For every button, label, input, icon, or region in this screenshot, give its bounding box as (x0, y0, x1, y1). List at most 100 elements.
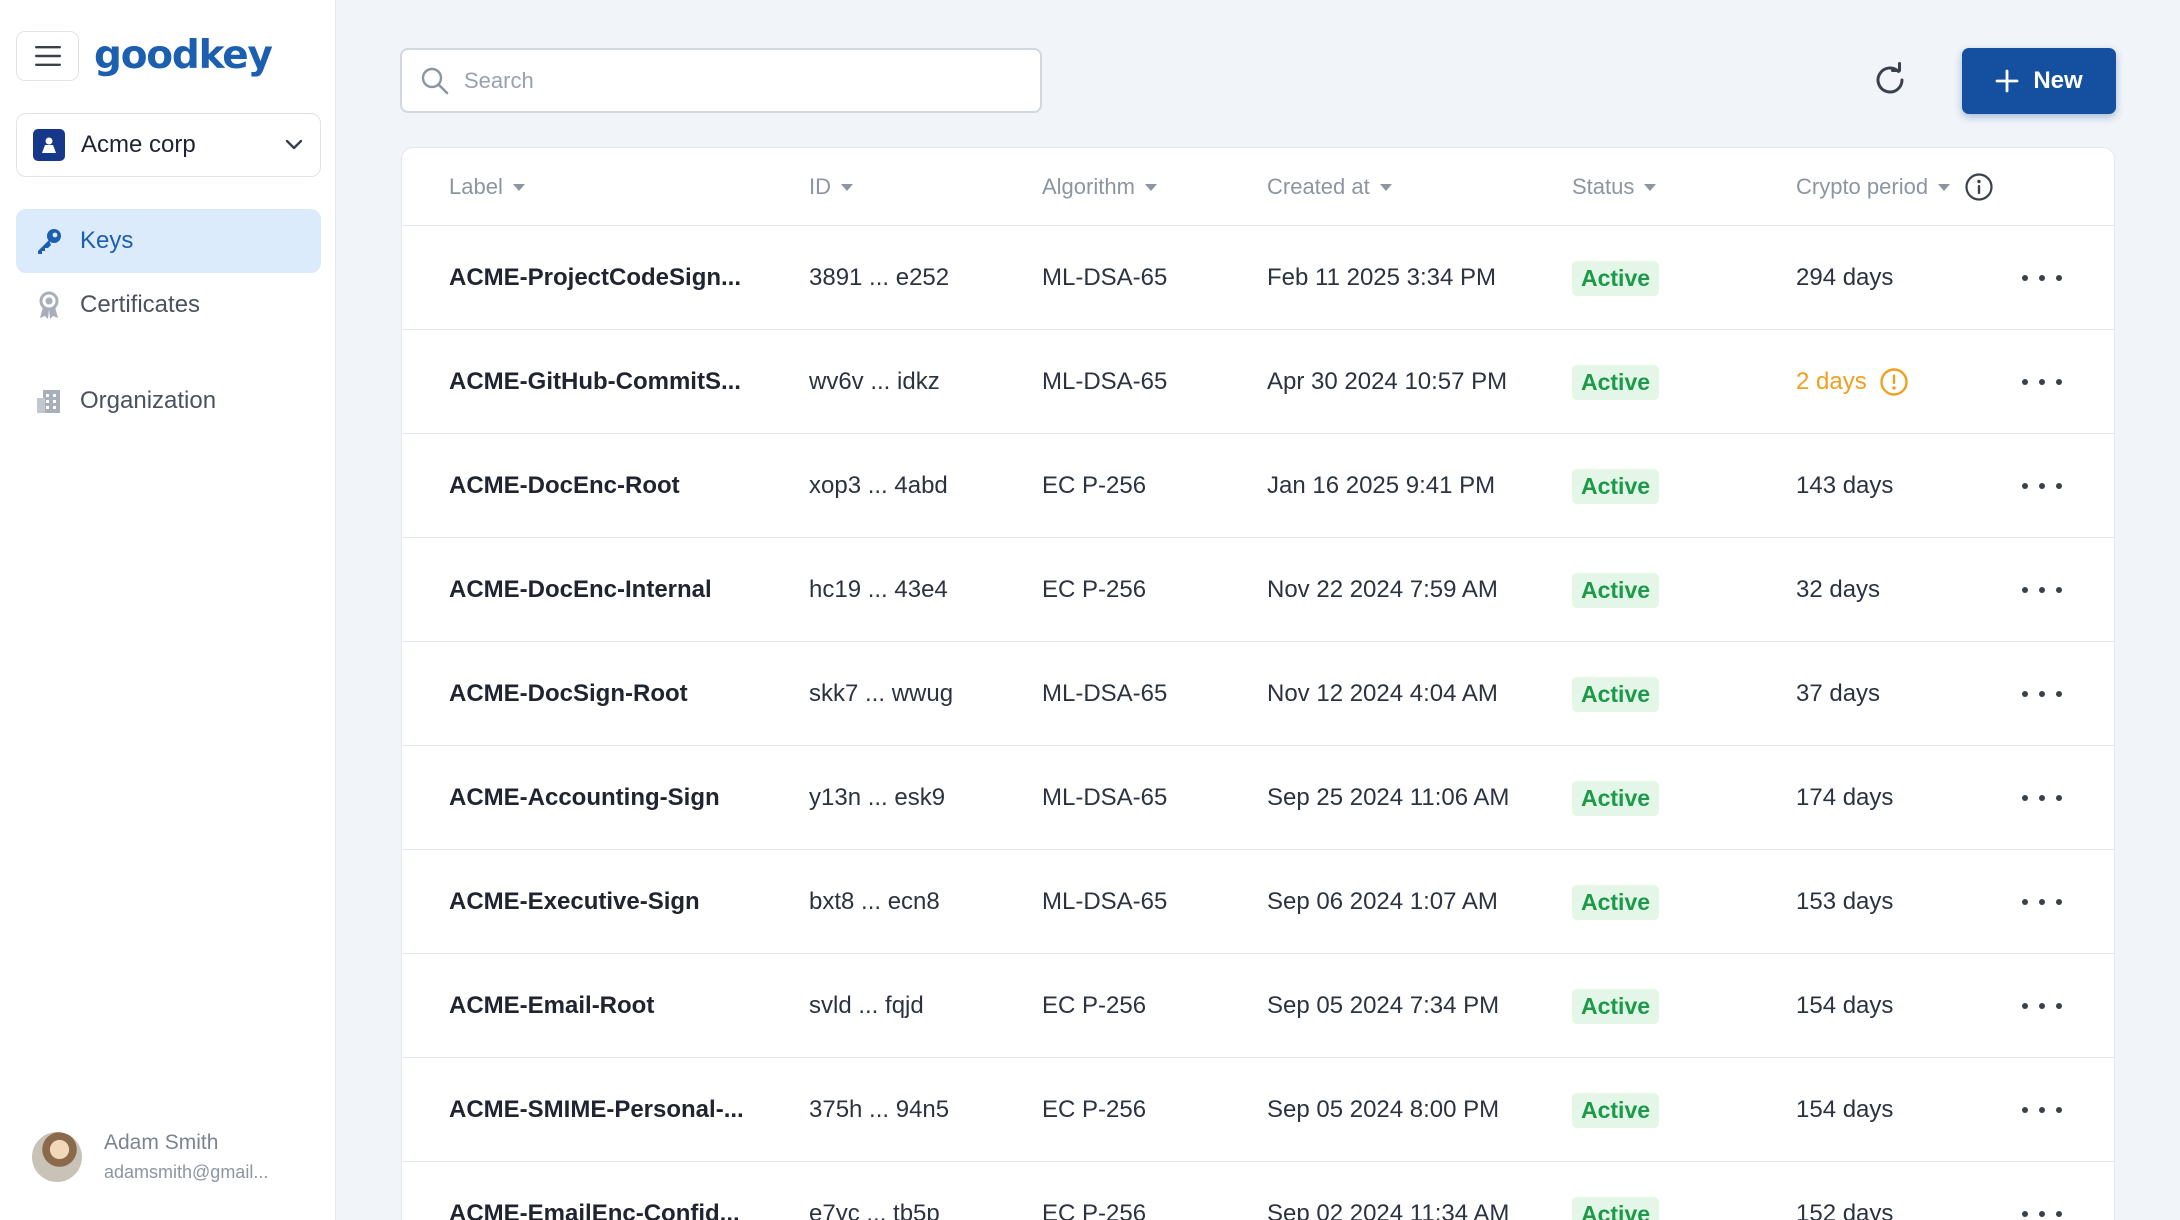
table-body: ACME-ProjectCodeSign... 3891 ... e252 ML-D… (402, 226, 2114, 1220)
info-icon[interactable] (1964, 172, 1994, 202)
column-header-created-at[interactable]: Created at (1267, 148, 1392, 226)
dot (2056, 379, 2062, 385)
row-actions-button[interactable] (2022, 679, 2062, 709)
sort-caret-icon (841, 183, 853, 191)
dot (2022, 483, 2028, 489)
sort-caret-icon (1938, 183, 1951, 191)
row-actions-button[interactable] (2022, 575, 2062, 605)
table-row[interactable]: ACME-Executive-Sign bxt8 ... ecn8 ML-DSA-6… (402, 850, 2114, 954)
user-icon (42, 137, 56, 153)
row-actions-button[interactable] (2022, 991, 2062, 1021)
sidebar-item-organization[interactable]: Organization (16, 369, 321, 433)
column-title: Status (1572, 174, 1635, 199)
sidebar-item-label: Keys (80, 227, 134, 254)
column-header-crypto-period[interactable]: Crypto period (1796, 148, 1994, 226)
key-algorithm: ML-DSA-65 (1042, 264, 1168, 291)
key-label: ACME-Executive-Sign (449, 888, 700, 915)
status-badge: Active (1572, 364, 1660, 400)
table-row[interactable]: ACME-DocEnc-Internal hc19 ... 43e4 EC P-25… (402, 538, 2114, 642)
dot (2039, 899, 2045, 905)
table-row[interactable]: ACME-Email-Root svld ... fqjd EC P-256 Sep … (402, 954, 2114, 1058)
sidebar-item-keys[interactable]: Keys (16, 209, 321, 273)
key-algorithm: EC P-256 (1042, 472, 1147, 499)
crypto-period: 154 days (1796, 992, 1894, 1019)
refresh-button[interactable] (1868, 58, 1912, 102)
status-cell: Active (1572, 746, 1660, 850)
crypto-period-cell: 154 days (1796, 1058, 1893, 1162)
column-title: ID (809, 174, 831, 199)
key-created-at: Sep 05 2024 8:00 PM (1267, 1096, 1500, 1123)
crypto-period-cell: 294 days (1796, 226, 1893, 330)
sidebar-item-certificates[interactable]: Certificates (16, 273, 321, 337)
key-created-at: Nov 22 2024 7:59 AM (1267, 576, 1498, 603)
status-cell: Active (1572, 434, 1660, 538)
column-title: Algorithm (1042, 174, 1135, 199)
table-row[interactable]: ACME-GitHub-CommitS... wv6v ... idkz ML-DS… (402, 330, 2114, 434)
dot (2022, 795, 2028, 801)
sort-caret-icon (1644, 183, 1657, 191)
column-title: Created at (1267, 174, 1370, 199)
dot (2056, 795, 2062, 801)
key-algorithm: EC P-256 (1042, 992, 1147, 1019)
crypto-period-cell: 154 days (1796, 954, 1893, 1058)
crypto-period: 153 days (1796, 888, 1894, 915)
user-profile[interactable]: Adam Smith adamsmith@gmail... (32, 1128, 268, 1186)
table-row[interactable]: ACME-DocEnc-Root xop3 ... 4abd EC P-256 Jan… (402, 434, 2114, 538)
hamburger-menu-button[interactable] (16, 31, 79, 81)
row-actions-button[interactable] (2022, 263, 2062, 293)
row-actions-button[interactable] (2022, 367, 2062, 397)
column-header-status[interactable]: Status (1572, 148, 1657, 226)
key-label: ACME-DocSign-Root (449, 680, 688, 707)
crypto-period-cell: 143 days (1796, 434, 1893, 538)
crypto-period: 174 days (1796, 784, 1894, 811)
key-icon (34, 226, 64, 256)
new-button-label: New (2033, 67, 2083, 94)
key-algorithm: EC P-256 (1042, 1096, 1147, 1123)
key-created-at: Nov 12 2024 4:04 AM (1267, 680, 1498, 707)
dot (2039, 1211, 2045, 1217)
table-row[interactable]: ACME-EmailEnc-Confid... e7yc ... tb5p EC P… (402, 1162, 2114, 1220)
org-name: Acme corp (81, 131, 196, 158)
organization-selector[interactable]: Acme corp (16, 113, 321, 177)
column-header-label[interactable]: Label (449, 148, 525, 226)
row-actions-button[interactable] (2022, 1095, 2062, 1125)
status-cell: Active (1572, 954, 1660, 1058)
table-row[interactable]: ACME-ProjectCodeSign... 3891 ... e252 ML-D… (402, 226, 2114, 330)
key-created-at: Jan 16 2025 9:41 PM (1267, 472, 1496, 499)
key-created-at: Feb 11 2025 3:34 PM (1267, 264, 1497, 291)
crypto-period-cell: 152 days (1796, 1162, 1893, 1220)
dot (2022, 691, 2028, 697)
table-row[interactable]: ACME-SMIME-Personal-... 375h ... 94n5 EC P… (402, 1058, 2114, 1162)
crypto-period: 32 days (1796, 576, 1881, 603)
crypto-period: 152 days (1796, 1200, 1894, 1220)
dot (2022, 1107, 2028, 1113)
dot (2022, 1003, 2028, 1009)
crypto-period: 143 days (1796, 472, 1894, 499)
row-actions-button[interactable] (2022, 1199, 2062, 1220)
table-row[interactable]: ACME-DocSign-Root skk7 ... wwug ML-DSA-65 N… (402, 642, 2114, 746)
crypto-period: 294 days (1796, 264, 1894, 291)
search-input[interactable] (464, 67, 1022, 94)
key-algorithm: EC P-256 (1042, 1200, 1147, 1220)
column-header-algorithm[interactable]: Algorithm (1042, 148, 1157, 226)
dot (2022, 1211, 2028, 1217)
new-key-button[interactable]: New (1962, 48, 2116, 114)
building-icon (34, 386, 64, 416)
key-created-at: Apr 30 2024 10:57 PM (1267, 368, 1508, 395)
key-label: ACME-Accounting-Sign (449, 784, 720, 811)
row-actions-button[interactable] (2022, 783, 2062, 813)
crypto-period-cell: 32 days (1796, 538, 1880, 642)
search-box[interactable] (400, 48, 1042, 113)
key-id: xop3 ... 4abd (809, 472, 948, 499)
dot (2022, 587, 2028, 593)
column-header-id[interactable]: ID (809, 148, 853, 226)
key-algorithm: ML-DSA-65 (1042, 680, 1168, 707)
status-cell: Active (1572, 642, 1660, 746)
search-icon (421, 67, 449, 94)
dot (2039, 587, 2045, 593)
table-row[interactable]: ACME-Accounting-Sign y13n ... esk9 ML-DSA-… (402, 746, 2114, 850)
row-actions-button[interactable] (2022, 471, 2062, 501)
row-actions-button[interactable] (2022, 887, 2062, 917)
plus-icon (1995, 69, 2019, 93)
key-id: bxt8 ... ecn8 (809, 888, 940, 915)
